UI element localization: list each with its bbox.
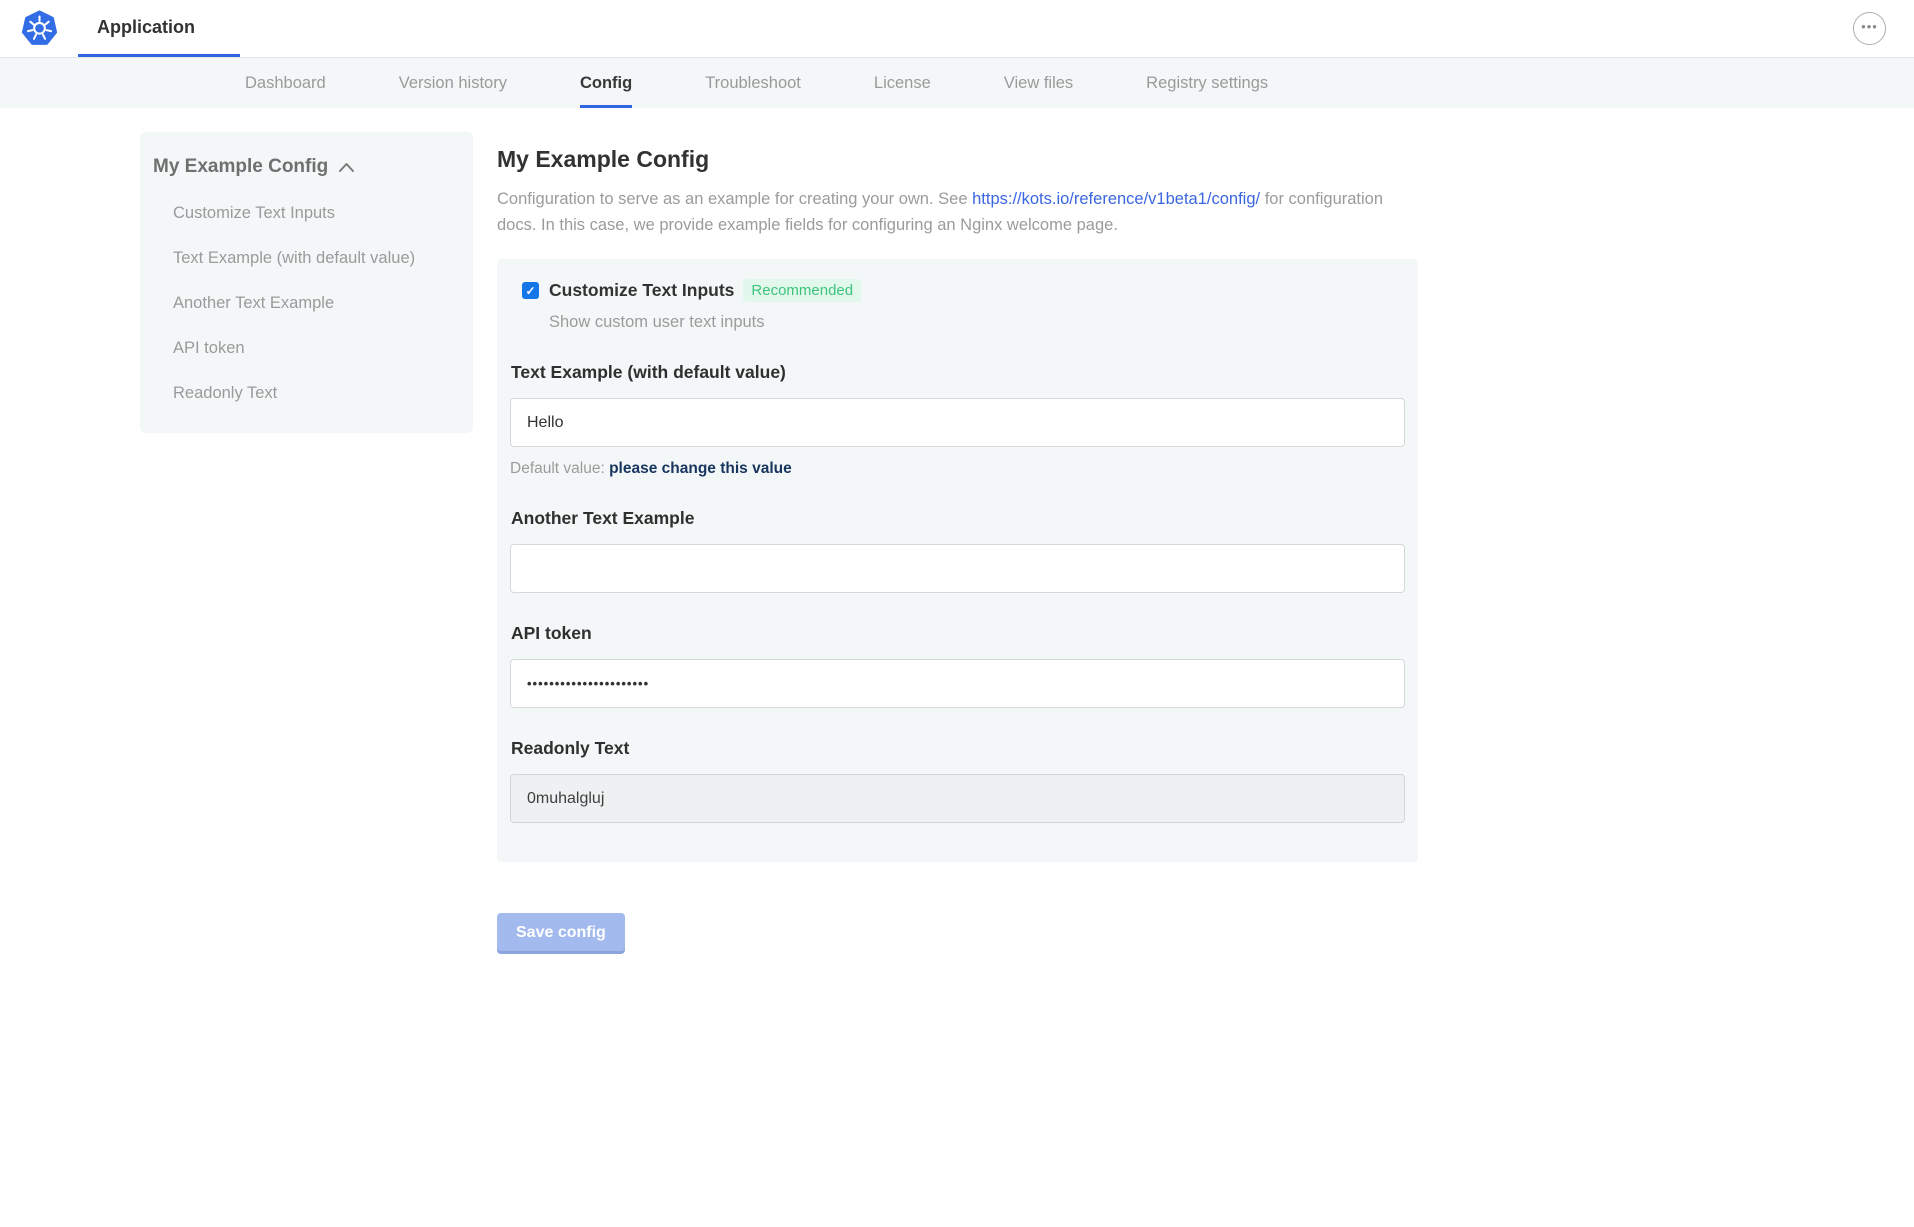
customize-text-inputs-help: Show custom user text inputs [549, 313, 1405, 332]
sidebar-group-title: My Example Config [153, 156, 328, 178]
recommended-badge: Recommended [743, 279, 861, 302]
sidebar-item-api-token[interactable]: API token [173, 339, 453, 358]
api-token-label: API token [511, 623, 1405, 644]
customize-text-inputs-checkbox[interactable]: ✓ [522, 282, 539, 299]
sidebar-item-readonly-text[interactable]: Readonly Text [173, 384, 453, 403]
config-docs-link[interactable]: https://kots.io/reference/v1beta1/config… [972, 190, 1260, 208]
another-text-example-label: Another Text Example [511, 508, 1405, 529]
text-example-label: Text Example (with default value) [511, 362, 1405, 383]
readonly-text-label: Readonly Text [511, 738, 1405, 759]
page-title: My Example Config [497, 146, 1418, 173]
sidebar-item-another-text-example[interactable]: Another Text Example [173, 294, 453, 313]
sidebar-item-list: Customize Text Inputs Text Example (with… [152, 204, 453, 403]
helper-prefix: Default value: [510, 460, 609, 477]
config-page: My Example Config Customize Text Inputs … [0, 108, 1914, 954]
kubernetes-logo-icon [21, 10, 58, 47]
tab-registry-settings[interactable]: Registry settings [1146, 58, 1268, 108]
tab-view-files[interactable]: View files [1004, 58, 1073, 108]
tab-version-history[interactable]: Version history [399, 58, 507, 108]
sidebar-item-text-example[interactable]: Text Example (with default value) [173, 249, 453, 268]
customize-text-inputs-row: ✓ Customize Text Inputs Recommended [522, 279, 1405, 302]
text-example-input[interactable] [510, 398, 1405, 447]
app-tab-application[interactable]: Application [78, 0, 240, 57]
app-subnav: Dashboard Version history Config Trouble… [0, 57, 1914, 108]
description-text-before: Configuration to serve as an example for… [497, 190, 972, 208]
kubernetes-logo [0, 0, 78, 57]
config-sidebar: My Example Config Customize Text Inputs … [140, 132, 473, 433]
another-text-example-input[interactable] [510, 544, 1405, 593]
overflow-menu-button[interactable]: ••• [1853, 12, 1886, 45]
readonly-text-input [510, 774, 1405, 823]
config-group-card: ✓ Customize Text Inputs Recommended Show… [497, 259, 1418, 862]
customize-text-inputs-label[interactable]: Customize Text Inputs [549, 280, 734, 301]
app-header: Application ••• [0, 0, 1914, 57]
tab-troubleshoot[interactable]: Troubleshoot [705, 58, 801, 108]
config-main: My Example Config Configuration to serve… [497, 132, 1418, 954]
page-description: Configuration to serve as an example for… [497, 187, 1397, 238]
tab-license[interactable]: License [874, 58, 931, 108]
helper-default-value: please change this value [609, 460, 792, 477]
sidebar-group-my-example-config[interactable]: My Example Config [152, 156, 453, 178]
api-token-input[interactable] [510, 659, 1405, 708]
sidebar-item-customize-text-inputs[interactable]: Customize Text Inputs [173, 204, 453, 223]
save-config-button[interactable]: Save config [497, 913, 625, 954]
text-example-helper: Default value: please change this value [510, 460, 1405, 478]
chevron-up-icon [338, 162, 355, 173]
tab-dashboard[interactable]: Dashboard [245, 58, 326, 108]
tab-config[interactable]: Config [580, 58, 632, 108]
